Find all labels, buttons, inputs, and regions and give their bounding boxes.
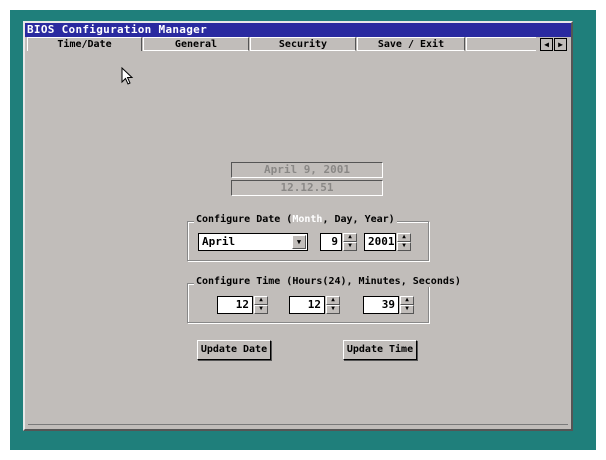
- bios-window: BIOS Configuration Manager Time/Date Gen…: [23, 21, 573, 431]
- spin-up-icon[interactable]: ▲: [400, 296, 414, 305]
- seconds-field[interactable]: 39: [363, 296, 399, 314]
- spin-up-icon[interactable]: ▲: [254, 296, 268, 305]
- configure-date-group: Configure Date (Month, Day, Year) April …: [187, 214, 429, 261]
- chevron-down-icon[interactable]: ▼: [292, 235, 306, 249]
- tab-scroll-buttons: ◀ ▶: [540, 38, 567, 51]
- tab-save-exit[interactable]: Save / Exit: [357, 37, 465, 51]
- minutes-field[interactable]: 12: [289, 296, 325, 314]
- configure-time-group: Configure Time (Hours(24), Minutes, Seco…: [187, 276, 463, 323]
- spin-down-icon[interactable]: ▼: [326, 305, 340, 314]
- tab-empty-space: [466, 37, 536, 51]
- spin-down-icon[interactable]: ▼: [254, 305, 268, 314]
- configure-date-legend: Configure Date (Month, Day, Year): [194, 214, 397, 225]
- window-bottom-border: [28, 424, 568, 425]
- configure-time-legend: Configure Time (Hours(24), Minutes, Seco…: [194, 276, 463, 287]
- mouse-pointer-icon: [121, 67, 134, 85]
- day-field[interactable]: 9: [320, 233, 342, 251]
- tab-security[interactable]: Security: [250, 37, 356, 51]
- spin-down-icon[interactable]: ▼: [400, 305, 414, 314]
- arrow-left-icon[interactable]: ◀: [540, 38, 553, 51]
- spin-down-icon[interactable]: ▼: [343, 242, 357, 251]
- tab-general[interactable]: General: [143, 37, 249, 51]
- window-title: BIOS Configuration Manager: [25, 23, 571, 37]
- seconds-stepper[interactable]: ▲ ▼: [400, 296, 414, 314]
- hours-stepper[interactable]: ▲ ▼: [254, 296, 268, 314]
- spin-up-icon[interactable]: ▲: [397, 233, 411, 242]
- year-stepper[interactable]: ▲ ▼: [397, 233, 411, 251]
- current-date-display: April 9, 2001: [231, 162, 383, 178]
- tab-bar: Time/Date General Security Save / Exit: [25, 37, 571, 51]
- spin-up-icon[interactable]: ▲: [343, 233, 357, 242]
- hours-field[interactable]: 12: [217, 296, 253, 314]
- arrow-right-icon[interactable]: ▶: [554, 38, 567, 51]
- tab-time-date[interactable]: Time/Date: [27, 37, 142, 51]
- day-stepper[interactable]: ▲ ▼: [343, 233, 357, 251]
- spin-down-icon[interactable]: ▼: [397, 242, 411, 251]
- minutes-stepper[interactable]: ▲ ▼: [326, 296, 340, 314]
- month-dropdown[interactable]: April ▼: [198, 233, 308, 251]
- month-value: April: [202, 235, 236, 248]
- year-field[interactable]: 2001: [364, 233, 396, 251]
- current-time-display: 12.12.51: [231, 180, 383, 196]
- update-time-button[interactable]: Update Time: [343, 340, 417, 360]
- update-date-button[interactable]: Update Date: [197, 340, 271, 360]
- spin-up-icon[interactable]: ▲: [326, 296, 340, 305]
